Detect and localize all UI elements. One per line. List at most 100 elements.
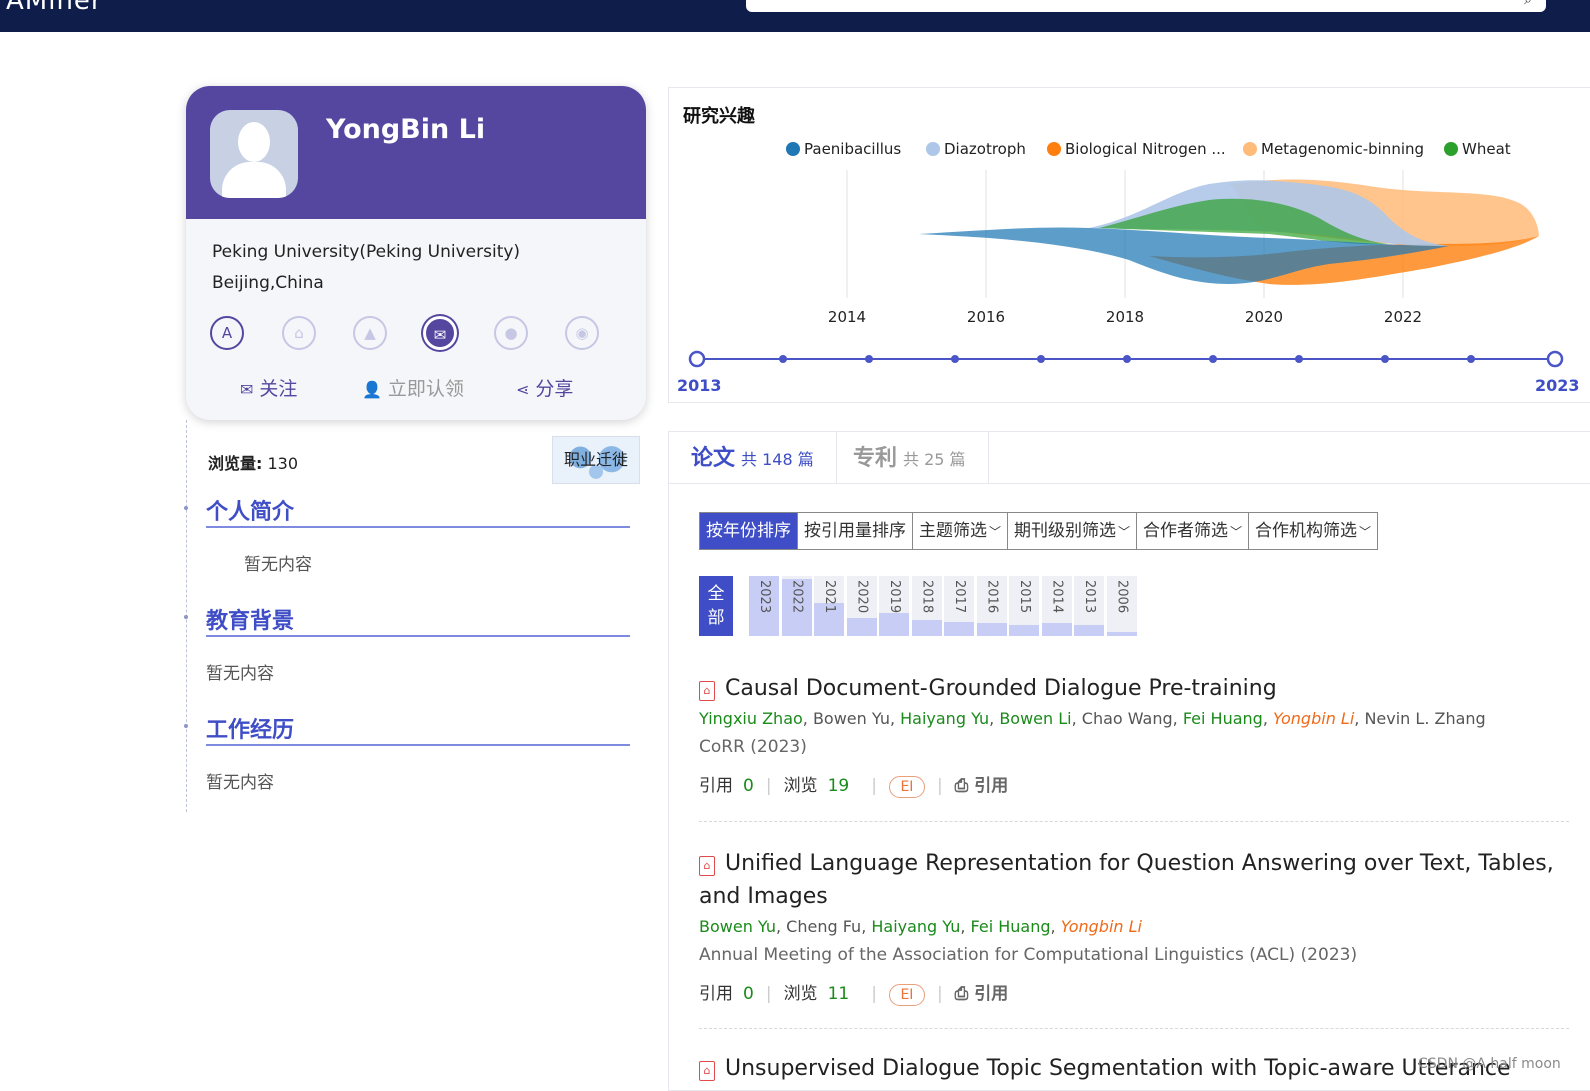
aminer-icon[interactable]: A — [210, 316, 244, 350]
profile-name: YongBin Li — [326, 114, 486, 145]
bio-section-title: 个人简介 — [206, 500, 295, 525]
section-divider — [206, 635, 630, 637]
paper-authors: Yingxiu Zhao, Bowen Yu, Haiyang Yu, Bowe… — [699, 709, 1486, 728]
year-filter-2013[interactable]: 2013 — [1074, 576, 1104, 636]
avatar — [210, 110, 298, 198]
claim-button[interactable]: 👤 立即认领 — [362, 374, 464, 401]
search-input[interactable]: ⌕ — [746, 0, 1546, 12]
view-count-label: 浏览 — [783, 984, 818, 1004]
timeline-start-handle[interactable] — [688, 350, 706, 368]
email-icon[interactable]: ✉ — [426, 319, 454, 347]
tab-papers[interactable]: 论文共 148 篇 — [669, 432, 837, 484]
axis-year-label: 2018 — [1106, 308, 1144, 326]
cite-button[interactable]: ⎙ 引用 — [955, 984, 1009, 1004]
institution-filter-dropdown[interactable]: 合作机构筛选 ﹀ — [1249, 513, 1377, 549]
cite-button[interactable]: ⎙ 引用 — [955, 776, 1009, 796]
cite-count-label: 引用 — [699, 984, 733, 1004]
paper-title[interactable]: Unified Language Representation for Ques… — [699, 851, 1554, 909]
author-name[interactable]: Bowen Li — [999, 709, 1071, 728]
author-name[interactable]: Haiyang Yu — [900, 709, 989, 728]
pdf-icon[interactable]: ⌂ — [699, 681, 715, 701]
year-filter-2023[interactable]: 2023 — [749, 576, 779, 636]
search-icon[interactable]: ⌕ — [1524, 0, 1532, 8]
education-content: 暂无内容 — [206, 664, 274, 684]
year-bar-fill — [1074, 625, 1104, 636]
profile-header: YongBin Li — [186, 86, 646, 219]
year-filter-all[interactable]: 全部 — [699, 576, 733, 636]
timeline-slider[interactable]: 2013 2023 — [677, 350, 1580, 395]
author-name[interactable]: Fei Huang — [1183, 709, 1263, 728]
year-bar-fill — [879, 613, 909, 636]
home-icon[interactable]: ⌂ — [282, 316, 316, 350]
year-bar-fill — [944, 622, 974, 636]
paper-venue: Annual Meeting of the Association for Co… — [699, 945, 1358, 965]
cite-count: 0 — [743, 984, 754, 1004]
section-divider — [206, 526, 630, 528]
year-label: 2015 — [1017, 580, 1032, 614]
year-filter-2016[interactable]: 2016 — [976, 576, 1007, 636]
paper-title-row[interactable]: ⌂ Unified Language Representation for Que… — [699, 847, 1569, 913]
axis-year-label: 2020 — [1245, 308, 1283, 326]
section-dot — [184, 724, 188, 728]
year-bar-fill — [976, 623, 1007, 636]
author-name[interactable]: Haiyang Yu — [871, 917, 960, 936]
author-name[interactable]: Bowen Yu — [699, 917, 776, 936]
author-name: Chao Wang — [1081, 709, 1173, 728]
aminer-logo[interactable]: AMiner — [6, 0, 103, 16]
timeline-tick — [951, 355, 959, 363]
author-name[interactable]: Yongbin Li — [1061, 917, 1142, 936]
author-name[interactable]: Yingxiu Zhao — [699, 709, 803, 728]
timeline-tick — [1123, 355, 1131, 363]
timeline-end-handle[interactable] — [1546, 350, 1564, 368]
top-navbar: AMiner ⌕ — [0, 0, 1590, 32]
author-name: Cheng Fu — [786, 917, 862, 936]
chevron-down-icon: ﹀ — [1118, 525, 1131, 539]
journal-level-filter-dropdown[interactable]: 期刊级别筛选 ﹀ — [1008, 513, 1138, 549]
sort-by-year-button[interactable]: 按年份排序 — [700, 513, 798, 549]
ei-badge: EI — [888, 984, 925, 1006]
watermark: CSDN @A half moon — [1418, 1056, 1561, 1072]
view-count-label: 浏览 — [783, 776, 818, 796]
education-icon[interactable]: ▲ — [353, 316, 387, 350]
paper-divider — [699, 821, 1569, 822]
tab-patents[interactable]: 专利共 25 篇 — [831, 432, 989, 484]
career-migration-button[interactable]: 职业迁徙 — [552, 436, 640, 484]
year-filter-2017[interactable]: 2017 — [944, 576, 974, 636]
year-label: 2020 — [854, 580, 870, 614]
view-count: 19 — [827, 776, 850, 796]
coauthor-filter-dropdown[interactable]: 合作者筛选 ﹀ — [1137, 513, 1250, 549]
author-name[interactable]: Fei Huang — [971, 917, 1051, 936]
topic-filter-dropdown[interactable]: 主题筛选 ﹀ — [913, 513, 1009, 549]
papers-tabs: 论文共 148 篇 专利共 25 篇 — [669, 432, 1590, 484]
year-filter-2006[interactable]: 2006 — [1106, 576, 1137, 636]
view-count: 11 — [827, 984, 850, 1004]
year-filter-2015[interactable]: 2015 — [1009, 576, 1039, 636]
weibo-icon[interactable]: ◉ — [565, 316, 599, 350]
view-count: 浏览量: 130 — [208, 450, 298, 474]
chevron-down-icon: ﹀ — [989, 525, 1002, 539]
year-filter-2022[interactable]: 2022 — [781, 576, 812, 636]
year-filter-2014[interactable]: 2014 — [1041, 576, 1072, 636]
axis-year-label: 2016 — [967, 308, 1005, 326]
sort-by-citation-button[interactable]: 按引用量排序 — [798, 513, 913, 549]
year-filter-2019[interactable]: 2019 — [879, 576, 909, 636]
section-divider — [206, 744, 630, 746]
year-filter-2020[interactable]: 2020 — [846, 576, 877, 636]
paper-title[interactable]: Unsupervised Dialogue Topic Segmentation… — [725, 1056, 1511, 1081]
paper-title[interactable]: Causal Document-Grounded Dialogue Pre-tr… — [725, 676, 1277, 701]
ei-badge: EI — [888, 776, 925, 798]
pdf-icon[interactable]: ⌂ — [699, 1061, 715, 1081]
quote-icon: ⎙ — [954, 984, 975, 1004]
share-button[interactable]: ⋖ 分享 — [516, 374, 573, 401]
author-name[interactable]: Yongbin Li — [1273, 709, 1354, 728]
views-label: 浏览量: — [208, 454, 263, 473]
pdf-icon[interactable]: ⌂ — [699, 856, 715, 876]
year-label: 2019 — [887, 580, 902, 614]
year-axis: 2014 2016 2018 2020 2022 — [828, 308, 1422, 326]
location-icon[interactable]: ● — [494, 316, 528, 350]
follow-button[interactable]: ✉ 关注 — [240, 374, 297, 401]
year-filter-2018[interactable]: 2018 — [911, 576, 942, 636]
paper-title-row[interactable]: ⌂ Causal Document-Grounded Dialogue Pre-t… — [699, 672, 1569, 705]
year-label: 2014 — [1049, 580, 1065, 614]
year-filter-2021[interactable]: 2021 — [814, 576, 844, 636]
